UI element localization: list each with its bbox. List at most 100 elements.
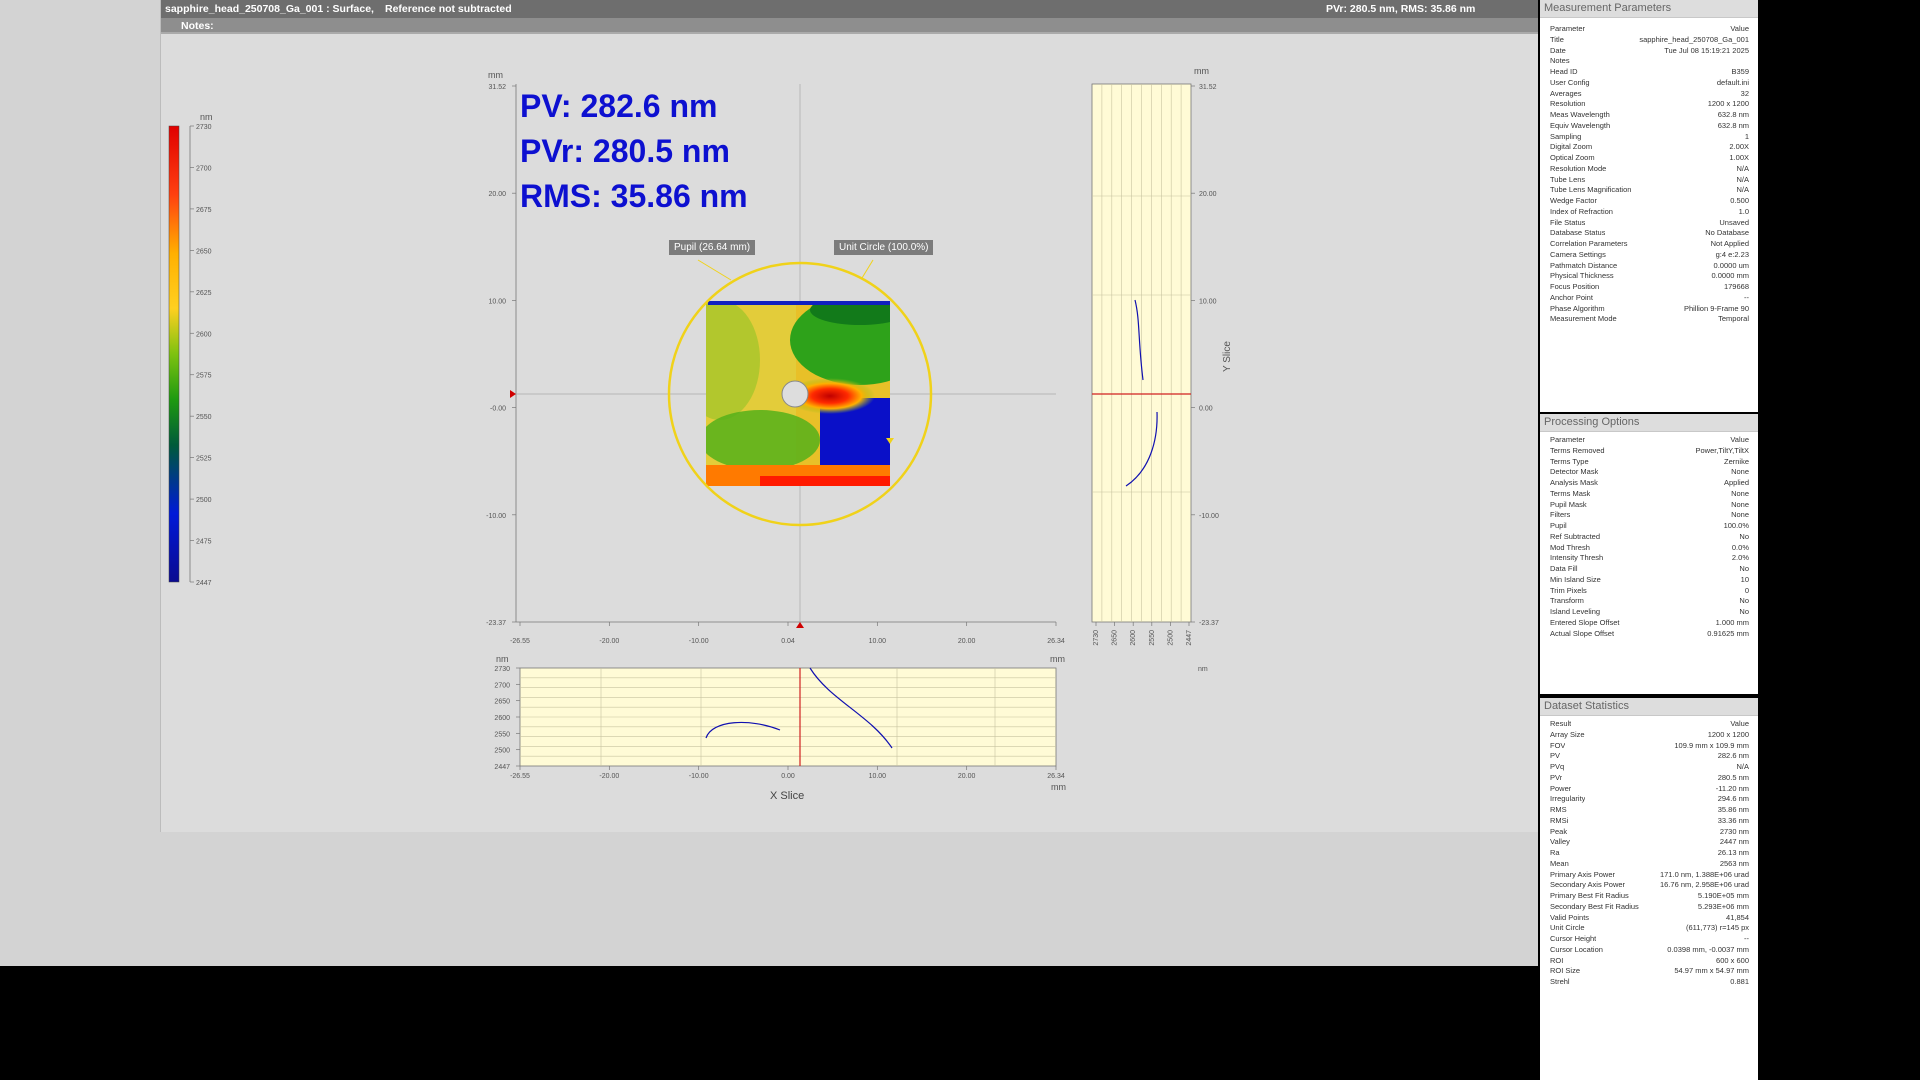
param-key: Head ID (1550, 67, 1578, 76)
param-value: No (1739, 607, 1749, 616)
param-row: Correlation Parameters Not Applied (1540, 239, 1758, 250)
colorbar-tick: 2650 (196, 248, 212, 255)
param-value: Temporal (1718, 314, 1749, 324)
param-key: RMSi (1550, 815, 1569, 825)
param-key: Mod Thresh (1550, 542, 1590, 552)
param-row: Resolution Mode N/A (1540, 164, 1758, 175)
colorbar-tick: 2550 (196, 414, 212, 421)
param-row: Averages 32 (1540, 89, 1758, 100)
unit-circle-tag[interactable]: Unit Circle (100.0%) (834, 240, 934, 255)
param-row: User Config default.ini (1540, 78, 1758, 89)
param-key: Secondary Best Fit Radius (1550, 901, 1639, 911)
x-slice-y-tick: 2600 (494, 715, 510, 722)
param-row: Transform No (1540, 596, 1758, 607)
param-row: PV 282.6 nm (1540, 751, 1758, 762)
param-row: Filters None (1540, 510, 1758, 521)
param-value: N/A (1736, 762, 1749, 771)
param-row: Ra 26.13 nm (1540, 848, 1758, 859)
param-key: Parameter (1550, 435, 1586, 444)
param-key: Strehl (1550, 977, 1570, 986)
y-slice-plot[interactable] (1091, 83, 1192, 623)
param-row: Secondary Axis Power 16.76 nm, 2.958E+06 … (1540, 880, 1758, 891)
param-value: None (1731, 510, 1749, 520)
param-value (1745, 56, 1749, 67)
param-key: Array Size (1550, 729, 1585, 739)
param-value: 109.9 mm x 109.9 mm (1674, 740, 1749, 750)
param-value: -11.20 nm (1715, 783, 1749, 793)
param-value: 0.881 (1730, 977, 1749, 986)
colorbar-tick: 2575 (196, 373, 212, 380)
param-value: 1200 x 1200 (1707, 729, 1749, 739)
y-slice-y-tick: 20.00 (1199, 191, 1217, 198)
param-value: 0.91625 mm (1707, 628, 1749, 638)
param-row: Mean 2563 nm (1540, 859, 1758, 870)
param-key: Database Status (1550, 228, 1606, 238)
param-key: File Status (1550, 217, 1586, 227)
y-slice-y-tick: 0.00 (1199, 406, 1213, 413)
param-value: N/A (1736, 174, 1749, 184)
param-key: Physical Thickness (1550, 271, 1614, 281)
main-x-tick: -10.00 (689, 638, 709, 645)
main-y-tick: 31.52 (488, 84, 506, 91)
colorbar (168, 125, 180, 583)
x-slice-y-tick: 2730 (494, 666, 510, 673)
param-key: Island Leveling (1550, 607, 1601, 616)
param-row: Digital Zoom 2.00X (1540, 142, 1758, 153)
param-row: Intensity Thresh 2.0% (1540, 553, 1758, 564)
x-slice-plot[interactable] (519, 667, 1057, 767)
param-value: 2730 nm (1719, 826, 1749, 836)
param-value: N/A (1736, 185, 1749, 195)
param-key: Transform (1550, 596, 1584, 606)
param-row: Phase Algorithm Phillion 9-Frame 90 (1540, 304, 1758, 315)
param-value: 600 x 600 (1716, 955, 1749, 965)
param-key: Result (1550, 719, 1572, 728)
colorbar-tick: 2700 (196, 165, 212, 172)
param-key: Min Island Size (1550, 574, 1601, 584)
param-value: 294.6 nm (1717, 794, 1749, 804)
param-key: Tube Lens Magnification (1550, 185, 1632, 195)
param-value: 32 (1740, 88, 1749, 98)
param-row: Database Status No Database (1540, 228, 1758, 239)
y-slice-x-tick: 2730 (1093, 630, 1100, 646)
param-row: Ref Subtracted No (1540, 532, 1758, 543)
x-cursor-marker[interactable] (796, 622, 804, 628)
y-slice-x-tick: 2600 (1130, 630, 1137, 646)
param-value: 41,854 (1726, 912, 1749, 922)
param-value: 26.13 nm (1717, 848, 1749, 857)
pupil-tag[interactable]: Pupil (26.64 mm) (669, 240, 756, 255)
param-row: Head ID B359 (1540, 67, 1758, 78)
main-x-tick: 0.04 (781, 638, 795, 645)
measurement-parameters-title: Measurement Parameters (1540, 0, 1758, 18)
y-cursor-marker[interactable] (510, 390, 516, 398)
processing-options-panel: Processing Options Parameter Value Terms R… (1540, 414, 1758, 694)
param-row: FOV 109.9 mm x 109.9 mm (1540, 741, 1758, 752)
x-slice-x-tick: 26.34 (1047, 773, 1065, 780)
param-row: Camera Settings g:4 e:2.23 (1540, 250, 1758, 261)
param-row: Mod Thresh 0.0% (1540, 543, 1758, 554)
param-row: ROI Size 54.97 mm x 54.97 mm (1540, 966, 1758, 977)
param-row: Pupil Mask None (1540, 500, 1758, 511)
dataset-statistics-panel: Dataset Statistics Result Value Array Size… (1540, 698, 1758, 1080)
x-slice-x-tick: -20.00 (599, 773, 619, 780)
x-slice-x-tick: 10.00 (869, 773, 887, 780)
param-key: RMS (1550, 805, 1567, 814)
y-slice-unit-top: mm (1194, 66, 1209, 76)
param-row: Parameter Value (1540, 24, 1758, 35)
param-value: 632.8 nm (1717, 120, 1749, 130)
param-key: Anchor Point (1550, 292, 1593, 302)
param-key: PVr (1550, 772, 1563, 782)
param-value: Value (1730, 435, 1749, 444)
x-slice-y-tick: 2700 (494, 682, 510, 689)
param-key: Resolution (1550, 99, 1586, 109)
center-obscuration (781, 380, 809, 408)
param-key: Trim Pixels (1550, 585, 1587, 595)
param-key: Intensity Thresh (1550, 553, 1604, 563)
param-row: Physical Thickness 0.0000 mm (1540, 271, 1758, 282)
param-key: PVq (1550, 762, 1565, 771)
param-row: Meas Wavelength 632.8 nm (1540, 110, 1758, 121)
param-row: RMSi 33.36 nm (1540, 816, 1758, 827)
param-value: 33.36 nm (1717, 815, 1749, 825)
param-key: ROI (1550, 955, 1564, 965)
processing-options-title: Processing Options (1540, 414, 1758, 432)
param-row: Resolution 1200 x 1200 (1540, 99, 1758, 110)
